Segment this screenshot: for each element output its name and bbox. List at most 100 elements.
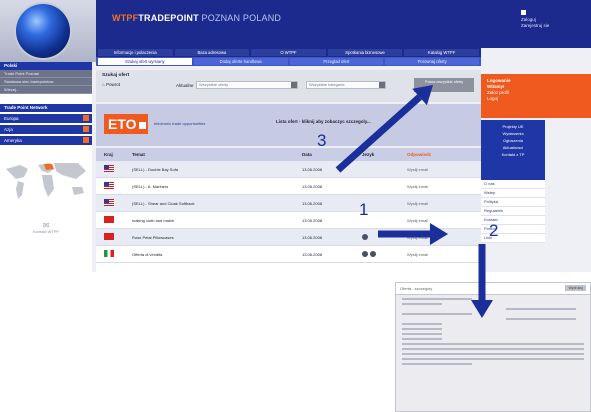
cell-country [96,199,132,207]
text-line [402,353,584,355]
step-label-2: 2 [489,221,499,240]
reply-link[interactable]: Wyslij email [407,201,481,206]
login-link[interactable]: Zaloguj [521,17,536,22]
step-label-1: 1 [359,200,369,219]
document-title: Oferta - szczegoly [400,286,433,291]
cell-topic[interactable]: (SELL) - Shear and Cloak Softback [132,201,302,206]
secondary-link[interactable]: O nas [481,180,545,189]
category-select[interactable]: Wszystkie kategorie [306,81,386,89]
contact-label: Kontakt WTPF [32,229,59,234]
subtab-compare[interactable]: Porownaj oferty [385,58,479,65]
region-dropdown-america[interactable]: Ameryka [0,136,92,145]
subtab-browse[interactable]: Przeglad ofert [289,58,384,65]
tab-about[interactable]: O WTPF [251,49,326,56]
text-line [402,323,442,325]
left-sidebar: Polski Trade Point Poznan Swiatowa siec … [0,62,92,272]
right-link[interactable]: Kontakt z TP [485,151,541,158]
secondary-link[interactable]: Regulamin [481,207,545,216]
sub-nav: Szukaj ofert wymiany Dodaj oferte handlo… [96,57,481,66]
print-button[interactable]: Wydrukuj [565,285,586,291]
cell-country [96,250,132,258]
sidebar-item[interactable]: Trade Point Poznan [0,70,92,78]
cell-country [96,182,132,190]
col-topic[interactable]: Temat [132,152,302,157]
register-link[interactable]: Zarejestruj sie [521,23,549,28]
cell-language [362,233,407,241]
step-label-3: 3 [317,131,327,150]
col-country[interactable]: Kraj [96,152,132,157]
reply-link[interactable]: Wyslij email [407,167,481,172]
chevron-down-icon [83,126,89,132]
cell-language [362,250,407,258]
tab-info[interactable]: Informacje i polaczenia [98,49,173,56]
secondary-link[interactable]: Wstep [481,189,545,198]
subtab-add-offer[interactable]: Dodaj oferte handlowa [193,58,288,65]
language-icon[interactable] [362,250,368,257]
cell-topic[interactable]: Offerta di vendita [132,252,302,257]
tab-address-base[interactable]: Baza adresowa [174,49,250,56]
reply-link[interactable]: Wyslij email [407,252,481,257]
text-line [402,338,442,340]
reply-link[interactable]: Wyslij email [407,184,481,189]
sidebar-item[interactable]: Swiatowa siec tradepointow [0,78,92,86]
flag-icon [104,233,114,240]
sidebar-item[interactable]: Wiecej... [0,86,92,94]
text-line [506,318,576,320]
text-line [402,328,442,330]
cell-topic[interactable]: Rose Petal Pillowcases [132,235,302,240]
table-row[interactable]: (SELL) - A. Mariners 13.06.2008 Wyslij ema… [96,178,481,195]
language-icon[interactable] [370,250,376,257]
search-bar: Szukaj ofert ⌂ Powrot Aktualne Wszystkie… [96,70,481,102]
cell-topic[interactable]: making cloth and match [132,218,302,223]
col-language[interactable]: Jezyk [362,152,407,157]
col-answer[interactable]: Odpowiedz [407,152,481,157]
reply-link[interactable]: Wyslij email [407,218,481,223]
right-link[interactable]: Projekty UE [485,123,541,130]
cell-date: 13.06.2008 [302,183,323,189]
cell-date: 13.06.2008 [302,234,323,240]
table-row[interactable]: (SELL) - Double Bay Sofa 13.06.2008 Wyslij… [96,161,481,178]
title-accent: WTPF [112,13,139,23]
table-row[interactable]: Offerta di vendita 13.06.2008 Wyslij email [96,246,481,263]
table-row[interactable]: Rose Petal Pillowcases 13.06.2008 Wyslij e… [96,229,481,246]
text-line [506,308,576,310]
region-select[interactable]: Wszystkie oferty [196,81,298,89]
right-link[interactable]: Ogloszenia [485,137,541,144]
secondary-link[interactable]: Polityka [481,198,545,207]
chevron-down-icon [379,82,385,88]
right-link[interactable]: Wydarzenia [485,130,541,137]
header-user-links[interactable]: Zaloguj Zarejestruj sie [521,10,549,29]
cell-topic[interactable]: (SELL) - A. Mariners [132,184,302,189]
contact-block[interactable]: ✉ Kontakt WTPF [0,222,92,235]
right-link[interactable]: Aktualnosci [485,144,541,151]
login-box[interactable]: Logowanie Witamy! Zaloz profil Loguj [481,74,591,118]
show-all-button[interactable]: Pokaz wszystkie oferty [414,78,474,92]
cell-country [96,233,132,241]
tab-meetings[interactable]: Spotkania biznesowe [327,49,403,56]
dropdown-label: Azja [4,127,13,132]
reply-link[interactable]: Wyslij email [407,235,481,240]
col-date[interactable]: Data [302,152,362,157]
site-title: WTPFTRADEPOINT POZNAN POLAND [112,13,281,23]
language-icon[interactable] [362,233,368,240]
region-dropdown-europe[interactable]: Europa [0,114,92,123]
table-row[interactable]: (SELL) - Shear and Cloak Softback 13.06.2… [96,195,481,212]
tab-catalog[interactable]: Katalog WTPF [404,49,479,56]
title-main: TRADEPOINT [138,13,199,23]
text-line [402,298,472,300]
offer-detail-document: Oferta - szczegoly Wydrukuj [395,282,591,412]
table-row[interactable]: making cloth and match 13.06.2008 Wyslij e… [96,212,481,229]
world-map-icon[interactable] [2,155,90,207]
cell-date: 13.06.2008 [302,200,323,206]
text-line [402,363,472,365]
login-link[interactable]: Loguj [487,96,591,102]
table-header: Kraj Temat Data Jezyk Odpowiedz [96,148,481,161]
flag-icon [104,199,114,206]
flag-icon [104,216,114,223]
back-link[interactable]: ⌂ Powrot [102,82,120,87]
region-dropdown-asia[interactable]: Azja [0,125,92,134]
right-sidebar: Logowanie Witamy! Zaloz profil Loguj Pro… [481,74,591,272]
cell-topic[interactable]: (SELL) - Double Bay Sofa [132,167,302,172]
square-icon [138,122,146,129]
subtab-search[interactable]: Szukaj ofert wymiany [98,58,192,65]
